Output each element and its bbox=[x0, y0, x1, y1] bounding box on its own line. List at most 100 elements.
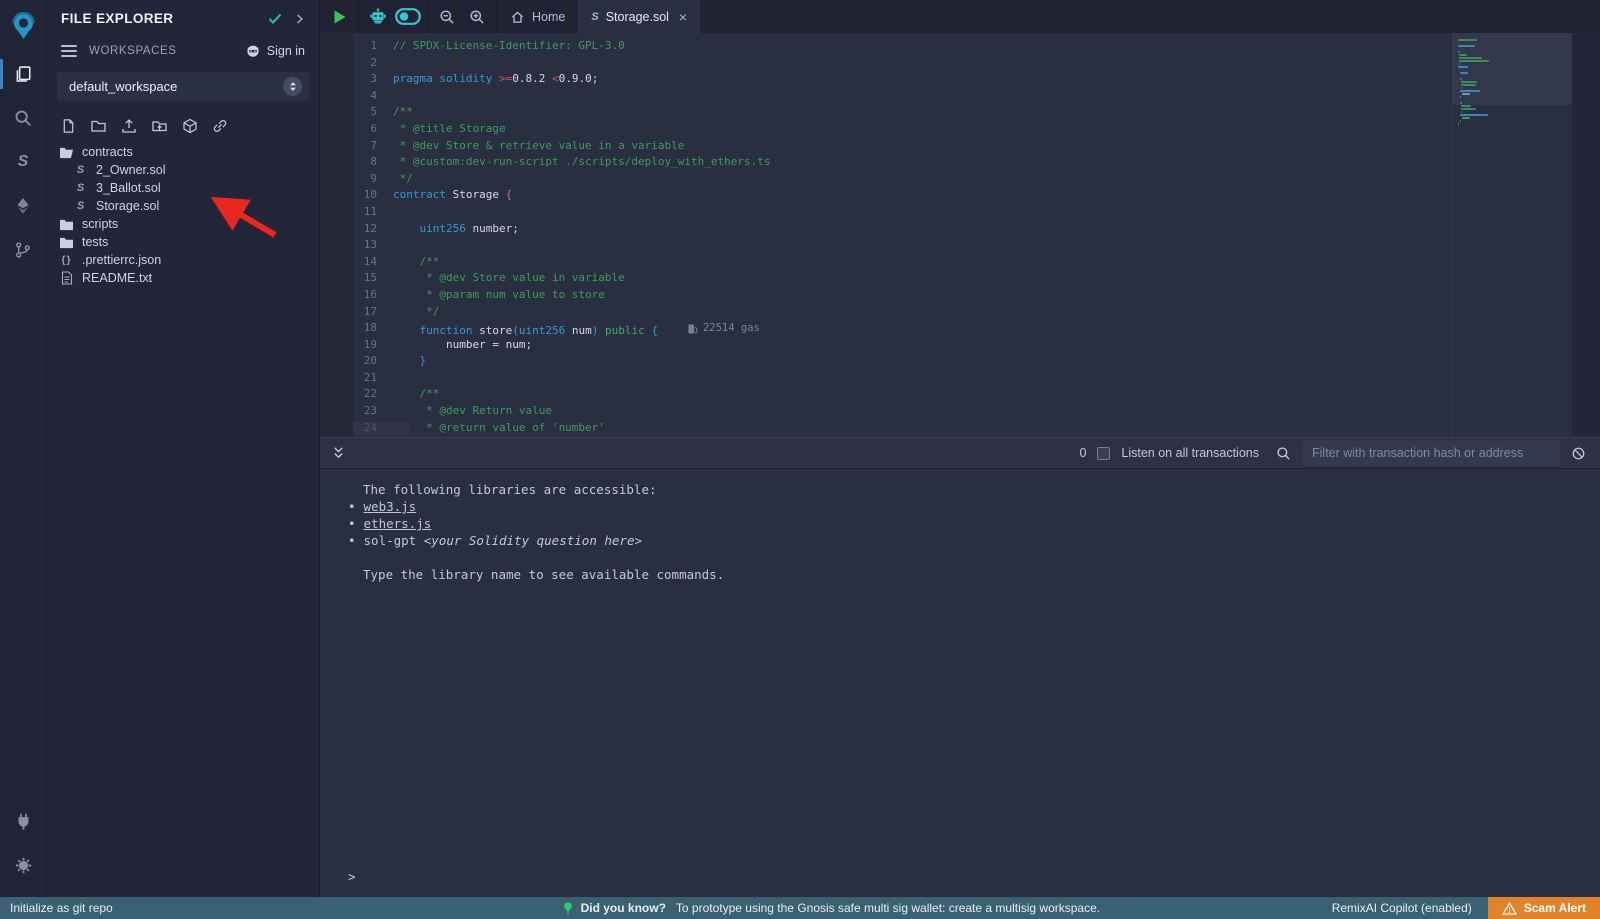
workspaces-menu-icon[interactable] bbox=[61, 42, 77, 60]
library-link-web3-js[interactable]: web3.js bbox=[364, 499, 417, 514]
code-line[interactable]: 6 * @title Storage bbox=[353, 121, 1452, 138]
code-line[interactable]: 16 * @param num value to store bbox=[353, 287, 1452, 304]
transaction-filter-input[interactable] bbox=[1302, 440, 1560, 466]
search-icon[interactable] bbox=[0, 96, 47, 140]
sign-in-button[interactable]: Sign in bbox=[245, 44, 305, 58]
editor-minimap[interactable] bbox=[1452, 33, 1572, 437]
line-number: 17 bbox=[353, 304, 377, 321]
tip-label: Did you know? bbox=[581, 901, 666, 915]
workspace-selector[interactable]: default_workspace bbox=[57, 72, 309, 101]
solidity-icon: S bbox=[73, 164, 88, 176]
code-line[interactable]: 4 bbox=[353, 88, 1452, 105]
file-tree-item-3-ballot-sol[interactable]: S3_Ballot.sol bbox=[47, 179, 319, 197]
code-line[interactable]: 3pragma solidity >=0.8.2 <0.9.0; bbox=[353, 71, 1452, 88]
code-line[interactable]: 25 */ bbox=[353, 436, 1452, 437]
code-line[interactable]: 21 bbox=[353, 370, 1452, 387]
box-icon[interactable] bbox=[182, 118, 198, 134]
code-line[interactable]: 11 bbox=[353, 204, 1452, 221]
terminal-line: •ethers.js bbox=[348, 515, 1600, 532]
minimap-viewport[interactable] bbox=[1453, 33, 1572, 105]
tab-storage-label: Storage.sol bbox=[606, 10, 669, 24]
file-tree-item-scripts[interactable]: scripts bbox=[47, 215, 319, 233]
code-line[interactable]: 17 */ bbox=[353, 304, 1452, 321]
file-tree-item-tests[interactable]: tests bbox=[47, 233, 319, 251]
code-line[interactable]: 20 } bbox=[353, 353, 1452, 370]
code-line[interactable]: 22 /** bbox=[353, 386, 1452, 403]
tab-home[interactable]: Home bbox=[497, 0, 578, 33]
terminal-prompt[interactable]: > bbox=[348, 868, 1600, 885]
line-number: 4 bbox=[353, 88, 377, 105]
horizontal-scrollbar[interactable] bbox=[353, 422, 409, 435]
sign-in-label: Sign in bbox=[267, 44, 305, 58]
line-number: 19 bbox=[353, 337, 377, 354]
code-line[interactable]: 7 * @dev Store & retrieve value in a var… bbox=[353, 138, 1452, 155]
file-name: 3_Ballot.sol bbox=[96, 181, 161, 195]
git-init-status[interactable]: Initialize as git repo bbox=[0, 901, 330, 915]
code-line[interactable]: 10contract Storage { bbox=[353, 187, 1452, 204]
clear-console-icon[interactable] bbox=[1571, 446, 1586, 461]
solidity-compiler-icon[interactable]: S bbox=[0, 140, 47, 184]
line-number: 25 bbox=[353, 436, 377, 437]
line-number: 2 bbox=[353, 55, 377, 72]
workspace-sort-icon[interactable] bbox=[283, 77, 302, 96]
code-line[interactable]: 12 uint256 number; bbox=[353, 221, 1452, 238]
line-number: 3 bbox=[353, 71, 377, 88]
scam-alert-button[interactable]: Scam Alert bbox=[1488, 897, 1600, 919]
remix-logo-icon[interactable] bbox=[0, 0, 47, 52]
upload-folder-icon[interactable] bbox=[151, 118, 168, 134]
remix-ide-window: S bbox=[0, 0, 1600, 897]
file-tree: contractsS2_Owner.solS3_Ballot.solSStora… bbox=[47, 143, 319, 287]
code-line[interactable]: 13 bbox=[353, 237, 1452, 254]
code-line[interactable]: 9 */ bbox=[353, 171, 1452, 188]
line-number: 6 bbox=[353, 121, 377, 138]
file-name: .prettierrc.json bbox=[82, 253, 161, 267]
code-line[interactable]: 1// SPDX-License-Identifier: GPL-3.0 bbox=[353, 38, 1452, 55]
code-line[interactable]: 15 * @dev Store value in variable bbox=[353, 270, 1452, 287]
zoom-in-icon[interactable] bbox=[464, 0, 490, 33]
listen-all-transactions-checkbox[interactable] bbox=[1097, 447, 1110, 460]
terminal-line: •sol-gpt <your Solidity question here> bbox=[348, 532, 1600, 549]
file-tree-item--prettierrc-json[interactable]: {}.prettierrc.json bbox=[47, 251, 319, 269]
zoom-out-icon[interactable] bbox=[434, 0, 460, 33]
file-tree-item-2-owner-sol[interactable]: S2_Owner.sol bbox=[47, 161, 319, 179]
line-number: 7 bbox=[353, 138, 377, 155]
code-line[interactable]: 14 /** bbox=[353, 254, 1452, 271]
line-number: 12 bbox=[353, 221, 377, 238]
collapse-chevron-icon[interactable] bbox=[294, 13, 305, 25]
code-line[interactable]: 5/** bbox=[353, 104, 1452, 121]
new-file-icon[interactable] bbox=[61, 118, 76, 134]
ai-copilot-robot-icon[interactable] bbox=[365, 0, 391, 33]
code-line[interactable]: 18 function store(uint256 num) public {2… bbox=[353, 320, 1452, 337]
plugin-manager-icon[interactable] bbox=[0, 799, 47, 843]
code-line[interactable]: 8 * @custom:dev-run-script ./scripts/dep… bbox=[353, 154, 1452, 171]
git-icon[interactable] bbox=[0, 228, 47, 272]
file-name: contracts bbox=[82, 145, 133, 159]
run-script-button[interactable] bbox=[326, 0, 352, 33]
code-line[interactable]: 23 * @dev Return value bbox=[353, 403, 1452, 420]
code-area[interactable]: 1// SPDX-License-Identifier: GPL-3.023pr… bbox=[353, 33, 1452, 437]
code-line[interactable]: 2 bbox=[353, 55, 1452, 72]
new-folder-icon[interactable] bbox=[90, 118, 107, 134]
copilot-status[interactable]: RemixAI Copilot (enabled) bbox=[1332, 901, 1472, 915]
deploy-and-run-icon[interactable] bbox=[0, 184, 47, 228]
file-toolbar bbox=[47, 101, 319, 143]
settings-gear-icon[interactable] bbox=[0, 843, 47, 887]
terminal-line: The following libraries are accessible: bbox=[348, 481, 1600, 498]
link-icon[interactable] bbox=[212, 118, 228, 134]
line-number: 15 bbox=[353, 270, 377, 287]
code-line[interactable]: 24 * @return value of 'number' bbox=[353, 420, 1452, 437]
file-explorer-icon[interactable] bbox=[0, 52, 47, 96]
gas-estimate-badge: 22514 gas bbox=[688, 320, 760, 337]
close-tab-icon[interactable]: × bbox=[679, 9, 687, 25]
terminal-search-icon[interactable] bbox=[1276, 446, 1291, 461]
file-name: Storage.sol bbox=[96, 199, 159, 213]
file-tree-item-storage-sol[interactable]: SStorage.sol bbox=[47, 197, 319, 215]
code-line[interactable]: 19 number = num; bbox=[353, 337, 1452, 354]
copilot-toggle[interactable] bbox=[395, 0, 421, 33]
upload-file-icon[interactable] bbox=[121, 118, 137, 134]
file-tree-item-readme-txt[interactable]: README.txt bbox=[47, 269, 319, 287]
library-link-ethers-js[interactable]: ethers.js bbox=[364, 516, 432, 531]
tab-storage-sol[interactable]: S Storage.sol × bbox=[578, 0, 700, 33]
file-tree-item-contracts[interactable]: contracts bbox=[47, 143, 319, 161]
expand-terminal-icon[interactable] bbox=[332, 446, 345, 460]
